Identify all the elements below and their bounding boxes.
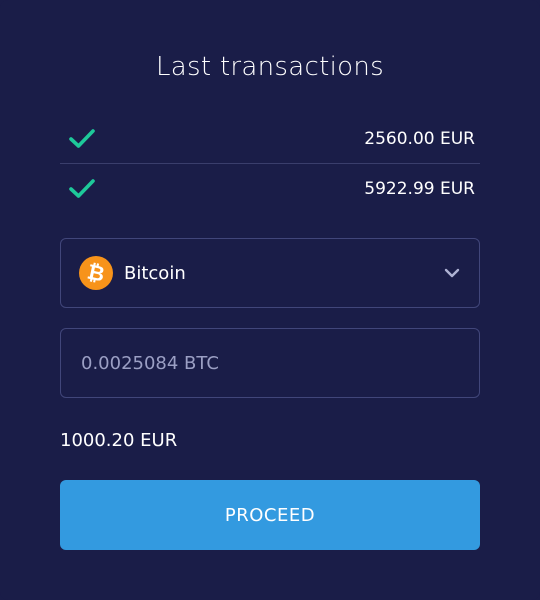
transaction-amount: 2560.00 EUR: [364, 128, 475, 149]
card-title: Last transactions: [156, 52, 384, 82]
check-icon: [69, 128, 95, 148]
transaction-card: Last transactions 2560.00 EUR 5922.99 EU…: [0, 0, 540, 600]
transaction-list: 2560.00 EUR 5922.99 EUR: [60, 114, 480, 214]
proceed-button[interactable]: PROCEED: [60, 480, 480, 550]
transaction-row: 5922.99 EUR: [60, 164, 480, 214]
currency-select-value: Bitcoin: [124, 262, 186, 284]
btc-amount-input[interactable]: [60, 328, 480, 398]
chevron-down-icon[interactable]: [443, 266, 461, 280]
bitcoin-icon: ₿: [79, 256, 113, 290]
total-amount: 1000.20 EUR: [60, 430, 178, 451]
check-icon: [69, 179, 95, 198]
currency-select[interactable]: ₿ Bitcoin: [60, 238, 480, 308]
transaction-row: 2560.00 EUR: [60, 114, 480, 164]
transaction-amount: 5922.99 EUR: [364, 179, 475, 199]
